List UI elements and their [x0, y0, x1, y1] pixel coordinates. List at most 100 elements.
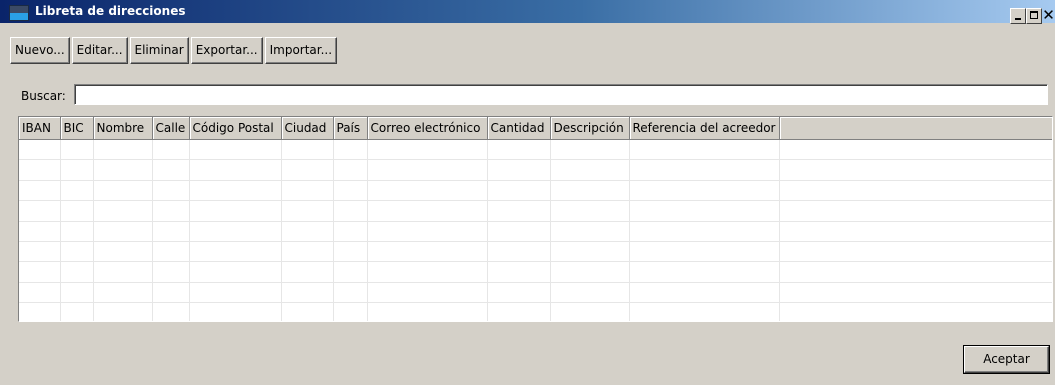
table-cell — [93, 241, 153, 263]
table-cell — [333, 261, 368, 283]
column-header-ciudad[interactable]: Ciudad — [281, 117, 334, 140]
table-cell — [281, 159, 334, 181]
table-cell-filler — [779, 139, 1052, 161]
table-row[interactable] — [19, 241, 1052, 263]
edit-button[interactable]: Editar... — [71, 37, 128, 64]
close-button[interactable]: ✕ — [1042, 8, 1055, 24]
table-cell — [550, 221, 630, 242]
window-title: Libreta de direcciones — [35, 4, 186, 18]
table-cell — [367, 302, 488, 321]
table-cell — [152, 180, 190, 202]
maximize-button[interactable] — [1026, 8, 1042, 24]
column-header-referencia[interactable]: Referencia del acreedor — [629, 117, 780, 140]
table-cell-filler — [779, 241, 1052, 263]
table-cell — [487, 241, 551, 263]
table-cell-filler — [779, 200, 1052, 222]
table-row[interactable] — [19, 221, 1052, 242]
table-header: IBAN BIC Nombre Calle Código Postal Ciud… — [19, 117, 1052, 140]
table-cell — [333, 159, 368, 181]
table-cell — [60, 302, 94, 321]
column-header-calle[interactable]: Calle — [152, 117, 190, 140]
table-cell — [60, 200, 94, 222]
table-cell-filler — [779, 261, 1052, 283]
table-cell — [629, 261, 780, 283]
column-header-bic[interactable]: BIC — [60, 117, 94, 140]
table-cell — [189, 200, 282, 222]
table-cell — [189, 261, 282, 283]
table-row[interactable] — [19, 282, 1052, 304]
table-cell — [333, 302, 368, 321]
column-header-correo[interactable]: Correo electrónico — [367, 117, 488, 140]
table-cell — [367, 159, 488, 181]
column-header-descripcion[interactable]: Descripción — [550, 117, 630, 140]
column-header-nombre[interactable]: Nombre — [93, 117, 153, 140]
table-row[interactable] — [19, 180, 1052, 202]
table-row[interactable] — [19, 261, 1052, 283]
column-header-pais[interactable]: País — [333, 117, 368, 140]
table-cell — [152, 241, 190, 263]
table-cell — [487, 261, 551, 283]
table-cell-filler — [779, 221, 1052, 242]
table-cell — [550, 261, 630, 283]
table-cell — [550, 139, 630, 161]
export-button[interactable]: Exportar... — [190, 37, 263, 64]
table-cell — [60, 159, 94, 181]
table-cell — [189, 180, 282, 202]
table-cell — [189, 139, 282, 161]
maximize-icon — [1030, 11, 1038, 19]
delete-button[interactable]: Eliminar — [129, 37, 189, 64]
import-button[interactable]: Importar... — [264, 37, 338, 64]
table-cell — [629, 180, 780, 202]
table-cell — [487, 302, 551, 321]
table-row[interactable] — [19, 159, 1052, 181]
table-cell — [281, 302, 334, 321]
table-cell — [629, 159, 780, 181]
table-cell — [281, 180, 334, 202]
accept-button[interactable]: Aceptar — [963, 345, 1050, 374]
table-cell — [19, 241, 61, 263]
table-cell — [60, 261, 94, 283]
table-cell — [189, 241, 282, 263]
table-cell — [333, 241, 368, 263]
table-cell — [152, 282, 190, 304]
table-cell — [281, 241, 334, 263]
table-cell-filler — [779, 302, 1052, 321]
table-cell-filler — [779, 159, 1052, 181]
table-cell — [629, 302, 780, 321]
table-cell — [93, 221, 153, 242]
minimize-icon — [1015, 18, 1021, 20]
table-row[interactable] — [19, 302, 1052, 321]
title-bar[interactable]: Libreta de direcciones ✕ — [0, 0, 1055, 24]
window-controls: ✕ — [1010, 8, 1055, 24]
table-cell — [152, 221, 190, 242]
table-cell — [152, 302, 190, 321]
table-cell — [189, 221, 282, 242]
table-cell — [333, 180, 368, 202]
column-header-cantidad[interactable]: Cantidad — [487, 117, 551, 140]
table-cell — [487, 180, 551, 202]
table-cell — [19, 282, 61, 304]
table-cell — [550, 200, 630, 222]
table-cell — [281, 139, 334, 161]
table-cell — [19, 180, 61, 202]
table-cell — [333, 221, 368, 242]
table-cell — [152, 139, 190, 161]
table-cell — [333, 139, 368, 161]
table-cell — [93, 282, 153, 304]
table-row[interactable] — [19, 200, 1052, 222]
new-button[interactable]: Nuevo... — [10, 37, 70, 64]
table-cell — [281, 221, 334, 242]
table-cell — [152, 159, 190, 181]
address-table[interactable]: IBAN BIC Nombre Calle Código Postal Ciud… — [18, 116, 1053, 322]
app-icon — [9, 5, 29, 21]
column-header-codigo-postal[interactable]: Código Postal — [189, 117, 282, 140]
table-row[interactable] — [19, 139, 1052, 161]
table-cell — [629, 221, 780, 242]
column-header-iban[interactable]: IBAN — [19, 117, 61, 140]
search-input[interactable] — [74, 84, 1048, 105]
table-cell — [367, 282, 488, 304]
minimize-button[interactable] — [1010, 8, 1026, 24]
close-icon: ✕ — [1042, 6, 1055, 24]
table-cell — [93, 139, 153, 161]
search-label: Buscar: — [21, 89, 66, 103]
